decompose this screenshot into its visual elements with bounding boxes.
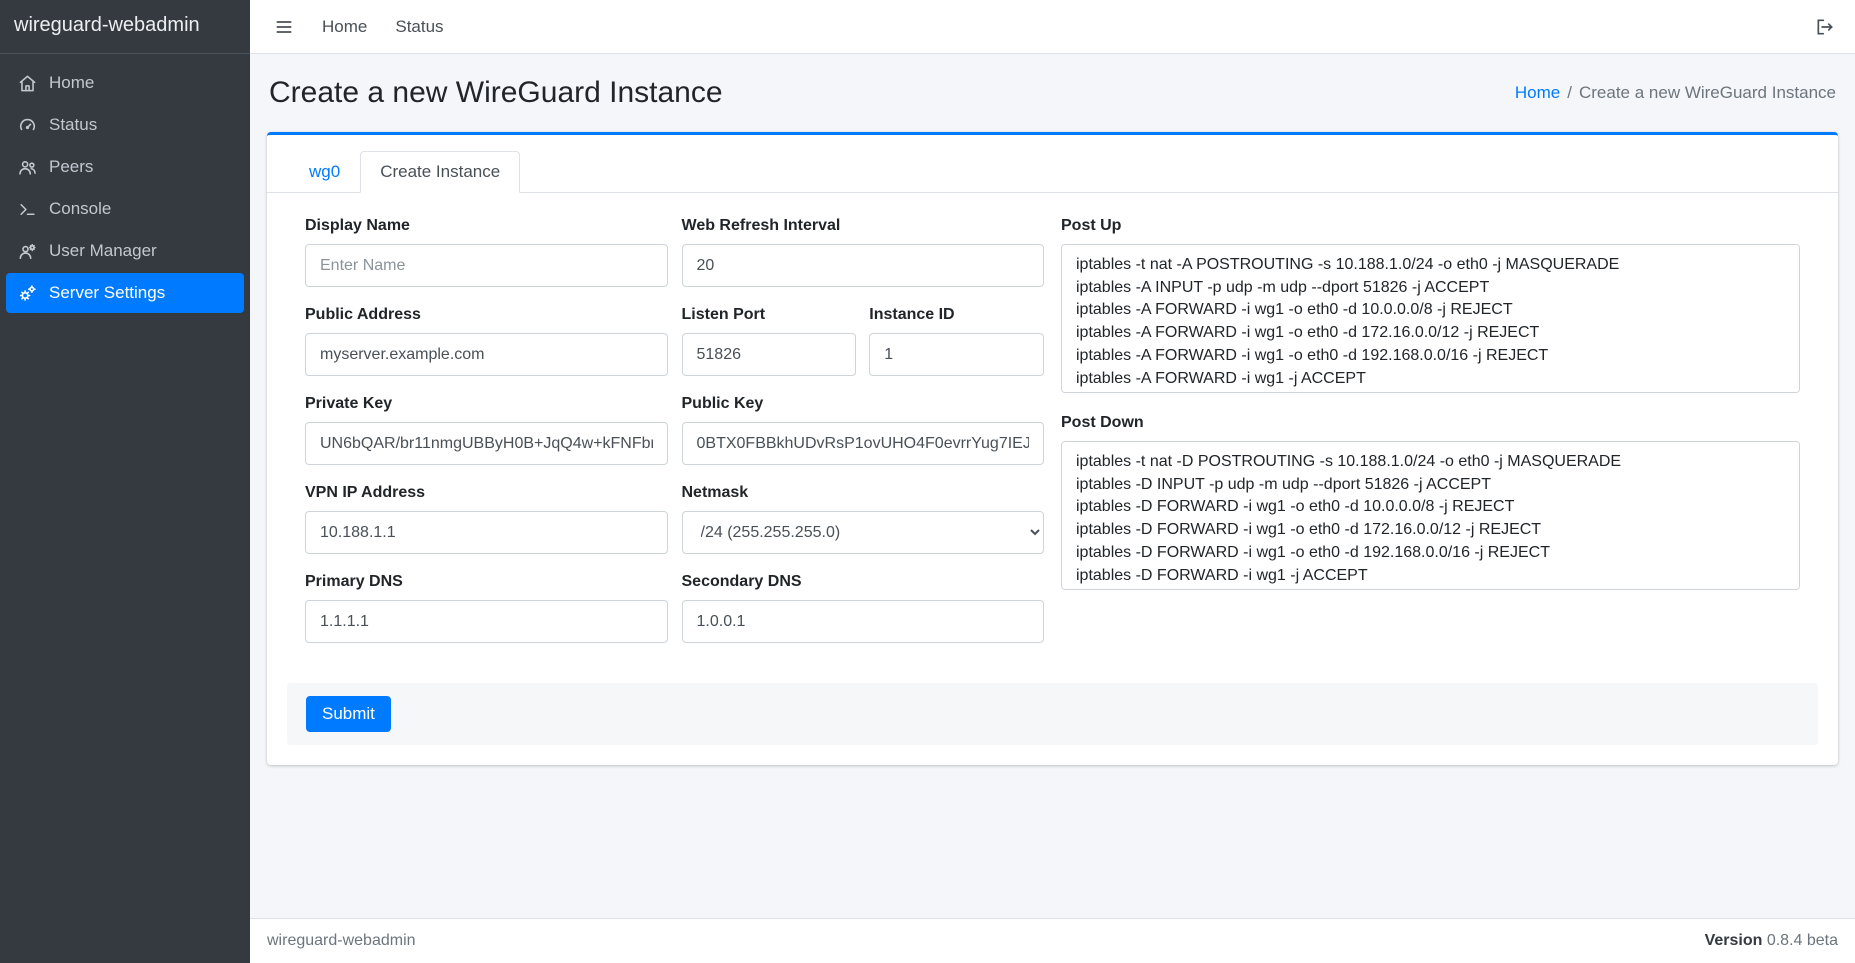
sidebar-item-label: Peers — [49, 157, 93, 177]
sidebar-item-user-manager[interactable]: User Manager — [6, 231, 244, 271]
footer-version-value: 0.8.4 beta — [1767, 932, 1838, 949]
display-name-label: Display Name — [305, 217, 668, 235]
sidebar-item-label: Console — [49, 199, 111, 219]
form-right-column: Post Up iptables -t nat -A POSTROUTING -… — [1061, 217, 1800, 590]
private-key-label: Private Key — [305, 395, 668, 413]
gears-icon — [16, 283, 38, 303]
logout-icon — [1815, 17, 1835, 37]
field-public-key: Public Key — [682, 395, 1045, 465]
brand-link[interactable]: wireguard-webadmin — [0, 0, 250, 54]
post-up-label: Post Up — [1061, 217, 1800, 235]
hamburger-icon — [274, 17, 294, 37]
terminal-icon — [16, 199, 38, 219]
public-key-input[interactable] — [682, 422, 1045, 465]
field-vpn-ip: VPN IP Address — [305, 484, 668, 554]
user-gear-icon — [16, 241, 38, 261]
field-private-key: Private Key — [305, 395, 668, 465]
card-body: Display Name Web Refresh Interval Public… — [267, 193, 1838, 765]
instance-tabs: wg0 Create Instance — [267, 135, 1838, 193]
sidebar-item-label: Home — [49, 73, 94, 93]
public-address-input[interactable] — [305, 333, 668, 376]
field-netmask: Netmask /24 (255.255.255.0) — [682, 484, 1045, 554]
instance-card: wg0 Create Instance Display Name — [267, 132, 1838, 765]
sidebar-nav: Home Status Peers Console — [0, 54, 250, 322]
display-name-input[interactable] — [305, 244, 668, 287]
listen-port-input[interactable] — [682, 333, 857, 376]
sidebar-item-console[interactable]: Console — [6, 189, 244, 229]
field-listen-port: Listen Port — [682, 306, 857, 376]
field-primary-dns: Primary DNS — [305, 573, 668, 643]
sidebar-item-label: Status — [49, 115, 97, 135]
web-refresh-interval-input[interactable] — [682, 244, 1045, 287]
sidebar-item-home[interactable]: Home — [6, 63, 244, 103]
main-column: Home Status Create a new WireGuard Insta… — [250, 0, 1855, 963]
submit-button[interactable]: Submit — [306, 696, 391, 732]
tab-wg0[interactable]: wg0 — [289, 151, 360, 193]
sidebar-item-server-settings[interactable]: Server Settings — [6, 273, 244, 313]
field-post-up: Post Up iptables -t nat -A POSTROUTING -… — [1061, 217, 1800, 393]
page-footer: wireguard-webadmin Version 0.8.4 beta — [250, 918, 1855, 963]
instance-id-input[interactable] — [869, 333, 1044, 376]
breadcrumb-separator: / — [1567, 83, 1572, 102]
field-post-down: Post Down iptables -t nat -D POSTROUTING… — [1061, 414, 1800, 590]
web-refresh-interval-label: Web Refresh Interval — [682, 217, 1045, 235]
secondary-dns-label: Secondary DNS — [682, 573, 1045, 591]
form-left-column: Display Name Web Refresh Interval Public… — [305, 217, 1044, 643]
topnav-links: Home Status — [308, 9, 458, 45]
logout-button[interactable] — [1815, 17, 1835, 37]
field-display-name: Display Name — [305, 217, 668, 287]
netmask-select[interactable]: /24 (255.255.255.0) — [682, 511, 1045, 554]
footer-app-name: wireguard-webadmin — [267, 932, 416, 950]
netmask-label: Netmask — [682, 484, 1045, 502]
primary-dns-label: Primary DNS — [305, 573, 668, 591]
form-actions: Submit — [287, 683, 1818, 745]
post-down-textarea[interactable]: iptables -t nat -D POSTROUTING -s 10.188… — [1061, 441, 1800, 590]
gauge-icon — [16, 115, 38, 135]
breadcrumb-current: Create a new WireGuard Instance — [1579, 83, 1836, 102]
field-instance-id: Instance ID — [869, 306, 1044, 376]
instance-id-label: Instance ID — [869, 306, 1044, 324]
page-title: Create a new WireGuard Instance — [269, 76, 723, 110]
breadcrumb: Home / Create a new WireGuard Instance — [1515, 83, 1836, 103]
content-area: Create a new WireGuard Instance Home / Cre… — [250, 54, 1855, 918]
breadcrumb-home-link[interactable]: Home — [1515, 83, 1560, 102]
topnav-link-status[interactable]: Status — [381, 9, 457, 45]
sidebar: wireguard-webadmin Home Status Peers — [0, 0, 250, 963]
vpn-ip-label: VPN IP Address — [305, 484, 668, 502]
post-up-textarea[interactable]: iptables -t nat -A POSTROUTING -s 10.188… — [1061, 244, 1800, 393]
footer-version-label: Version — [1705, 932, 1763, 949]
sidebar-item-status[interactable]: Status — [6, 105, 244, 145]
app-wrapper: wireguard-webadmin Home Status Peers — [0, 0, 1855, 963]
top-navbar: Home Status — [250, 0, 1855, 54]
port-and-id-row: Listen Port Instance ID — [682, 306, 1045, 376]
home-icon — [16, 73, 38, 93]
users-icon — [16, 157, 38, 177]
sidebar-toggle-button[interactable] — [274, 17, 294, 37]
sidebar-item-label: Server Settings — [49, 283, 165, 303]
public-key-label: Public Key — [682, 395, 1045, 413]
tab-create-instance[interactable]: Create Instance — [360, 151, 520, 193]
post-down-label: Post Down — [1061, 414, 1800, 432]
field-web-refresh-interval: Web Refresh Interval — [682, 217, 1045, 287]
private-key-input[interactable] — [305, 422, 668, 465]
sidebar-item-label: User Manager — [49, 241, 157, 261]
public-address-label: Public Address — [305, 306, 668, 324]
field-secondary-dns: Secondary DNS — [682, 573, 1045, 643]
content-header: Create a new WireGuard Instance Home / Cre… — [267, 72, 1838, 110]
field-public-address: Public Address — [305, 306, 668, 376]
listen-port-label: Listen Port — [682, 306, 857, 324]
secondary-dns-input[interactable] — [682, 600, 1045, 643]
vpn-ip-input[interactable] — [305, 511, 668, 554]
primary-dns-input[interactable] — [305, 600, 668, 643]
footer-version: Version 0.8.4 beta — [1705, 932, 1838, 950]
topnav-link-home[interactable]: Home — [308, 9, 381, 45]
sidebar-item-peers[interactable]: Peers — [6, 147, 244, 187]
instance-form: Display Name Web Refresh Interval Public… — [287, 217, 1818, 643]
